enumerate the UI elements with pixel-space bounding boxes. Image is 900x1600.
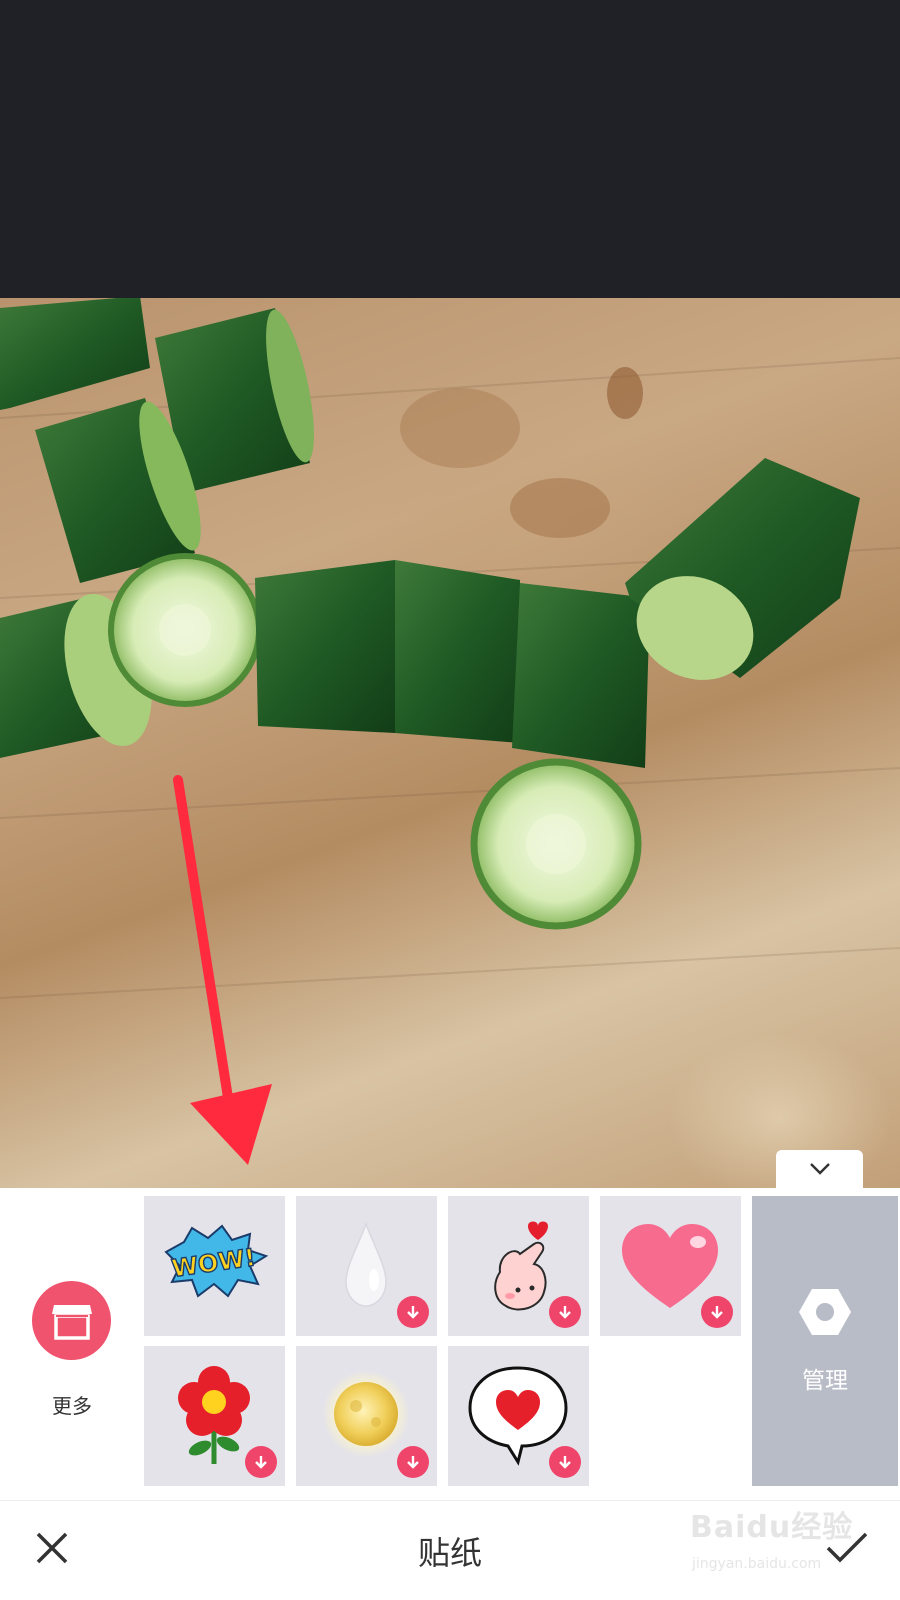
manage-button[interactable]: 管理 — [752, 1196, 898, 1486]
sticker-water-drop[interactable] — [296, 1196, 437, 1336]
download-icon[interactable] — [549, 1296, 581, 1328]
close-button[interactable] — [30, 1526, 74, 1570]
download-icon[interactable] — [397, 1296, 429, 1328]
close-icon — [36, 1532, 68, 1564]
download-icon[interactable] — [245, 1446, 277, 1478]
wow-sticker-icon: WOW! — [164, 1224, 269, 1298]
photo-canvas[interactable] — [0, 298, 900, 1188]
sticker-pink-heart[interactable] — [600, 1196, 741, 1336]
cucumber-photo — [0, 298, 900, 1165]
chevron-down-icon — [809, 1163, 830, 1175]
baidu-watermark: Baidu经验 jingyan.baidu.com — [690, 1502, 890, 1592]
download-icon[interactable] — [549, 1446, 581, 1478]
collapse-panel-button[interactable] — [776, 1150, 863, 1188]
sticker-wow[interactable]: WOW! — [144, 1196, 285, 1336]
sticker-heart-speech-bubble[interactable] — [448, 1346, 589, 1486]
watermark-url: jingyan.baidu.com — [692, 1556, 822, 1572]
download-icon[interactable] — [701, 1296, 733, 1328]
manage-label: 管理 — [802, 1368, 848, 1394]
top-dark-area — [0, 0, 900, 298]
watermark-brand: Baidu经验 — [690, 1510, 854, 1545]
download-icon[interactable] — [397, 1446, 429, 1478]
store-icon — [51, 1304, 92, 1340]
sticker-red-flower[interactable] — [144, 1346, 285, 1486]
more-stickers-button[interactable] — [32, 1281, 111, 1360]
page-title: 贴纸 — [417, 1534, 482, 1572]
sticker-full-moon[interactable] — [296, 1346, 437, 1486]
more-label: 更多 — [52, 1394, 92, 1418]
sticker-finger-heart[interactable] — [448, 1196, 589, 1336]
hexagon-nut-icon — [799, 1289, 851, 1335]
